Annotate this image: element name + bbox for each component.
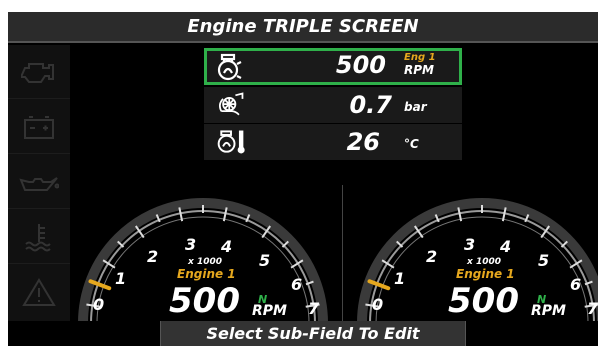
gauge-2-tick-4: 4	[500, 237, 512, 256]
rpm-gauge-2[interactable]: 0 1 2 3 4 5 6 7 x 1000 Engine 1 500 N RP…	[350, 185, 598, 323]
rpm-value: 500	[335, 51, 386, 79]
sidebar-item-oil[interactable]	[8, 155, 70, 209]
gauge-1-engine-label: Engine 1	[177, 267, 236, 281]
engine-triple-screen: Engine TRIPLE SCREEN 500 Eng 1 RPM 0.7 b…	[8, 12, 598, 346]
gauge-2-tick-3: 3	[464, 235, 476, 254]
field-boost-pressure[interactable]: 0.7 bar	[204, 87, 462, 123]
battery-icon	[24, 115, 54, 139]
field-engine-temperature[interactable]: 26 °C	[204, 124, 462, 160]
sidebar-item-warning[interactable]	[8, 265, 70, 319]
gauge-divider	[342, 185, 343, 321]
field-engine-rpm[interactable]: 500 Eng 1 RPM	[204, 48, 462, 85]
gauge-2-engine-label: Engine 1	[456, 267, 515, 281]
gauge-2-tick-6: 6	[570, 275, 582, 294]
footer-bar: Select Sub-Field To Edit	[8, 321, 598, 346]
gauge-1-tick-6: 6	[291, 275, 303, 294]
sidebar	[8, 45, 70, 321]
gauge-2-multiplier: x 1000	[467, 257, 501, 267]
gauge-1-unit: RPM	[252, 303, 287, 319]
gauge-1-tick-7: 7	[308, 299, 320, 318]
gauge-1-value: 500	[169, 281, 240, 321]
gauge-2-tick-1: 1	[394, 269, 406, 288]
gauge-1-tick-0: 0	[93, 295, 105, 314]
gauge-2-tick-2: 2	[426, 247, 438, 266]
sidebar-item-battery[interactable]	[8, 100, 70, 154]
oil-can-icon	[19, 176, 59, 191]
footer-hint-text: Select Sub-Field To Edit	[206, 324, 420, 343]
gauge-1-tick-3: 3	[185, 235, 197, 254]
footer-hint: Select Sub-Field To Edit	[160, 321, 466, 346]
rpm-engine-label: Eng 1	[404, 52, 436, 63]
warning-triangle-icon	[22, 278, 56, 306]
gauge-2-tick-7: 7	[587, 299, 598, 318]
gauge-2-tick-0: 0	[372, 295, 384, 314]
check-engine-icon	[21, 62, 54, 83]
engine-icon	[217, 53, 242, 81]
gauge-1-tick-5: 5	[259, 251, 271, 270]
boost-unit: bar	[404, 100, 427, 114]
gauge-1-tick-2: 2	[147, 247, 159, 266]
rpm-unit: RPM	[404, 63, 434, 77]
title-bar: Engine TRIPLE SCREEN	[8, 12, 598, 43]
gauge-2-tick-5: 5	[538, 251, 550, 270]
gauge-2-unit: RPM	[531, 303, 566, 319]
engine-temperature-icon	[217, 130, 245, 154]
gauge-1-multiplier: x 1000	[188, 257, 222, 267]
sidebar-item-coolant[interactable]	[8, 210, 70, 264]
boost-value: 0.7	[349, 91, 392, 119]
gauge-1-tick-1: 1	[115, 269, 127, 288]
rpm-gauge-1[interactable]: 0 1 2 3 4 5 6 7 x 1000 Engine 1 500 N RP…	[71, 185, 335, 323]
coolant-temperature-icon	[25, 223, 51, 251]
turbo-boost-icon	[219, 92, 244, 116]
temperature-unit: °C	[404, 137, 419, 151]
gauge-1-tick-4: 4	[221, 237, 233, 256]
page-title: Engine TRIPLE SCREEN	[187, 16, 419, 37]
temperature-value: 26	[346, 128, 380, 156]
sidebar-item-check-engine[interactable]	[8, 45, 70, 99]
gauge-2-value: 500	[448, 281, 519, 321]
